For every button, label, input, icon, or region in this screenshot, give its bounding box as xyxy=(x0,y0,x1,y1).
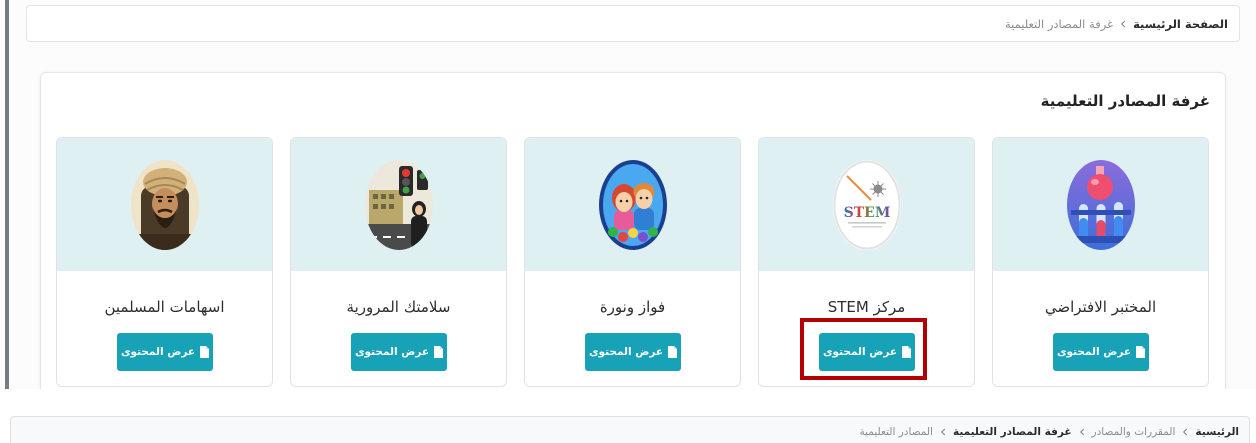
breadcrumb-current: غرفة المصادر التعليمية xyxy=(1004,16,1114,31)
card-image-area: STEM xyxy=(759,138,974,271)
view-content-button[interactable]: عرض المحتوى xyxy=(585,333,681,371)
chevron-left-icon xyxy=(1182,428,1188,436)
view-content-button[interactable]: عرض المحتوى xyxy=(351,333,447,371)
file-icon xyxy=(1136,346,1146,358)
chevron-left-icon xyxy=(940,428,946,436)
breadcrumb-home-link[interactable]: الرئيسية xyxy=(1195,426,1239,438)
card-image-area xyxy=(291,138,506,271)
card-image-area xyxy=(993,138,1208,271)
virtual-lab-image xyxy=(1066,159,1135,250)
chevron-left-icon xyxy=(1079,428,1085,436)
breadcrumb-resources-room-link[interactable]: غرفة المصادر التعليمية xyxy=(953,426,1072,438)
view-content-label: عرض المحتوى xyxy=(822,346,898,358)
stem-center-logo: STEM xyxy=(832,159,901,250)
file-icon xyxy=(200,346,210,358)
view-content-button[interactable]: عرض المحتوى xyxy=(117,333,213,371)
breadcrumb: الصفحة الرئيسية غرفة المصادر التعليمية xyxy=(26,5,1240,42)
view-content-label: عرض المحتوى xyxy=(120,346,196,358)
card-title: اسهامات المسلمين xyxy=(104,298,225,316)
breadcrumb-home-link[interactable]: الصفحة الرئيسية xyxy=(1133,17,1228,31)
file-icon xyxy=(434,346,444,358)
left-sidebar-edge xyxy=(5,0,9,389)
card-title: المختبر الافتراضي xyxy=(1044,298,1157,316)
resource-card-virtual-lab: المختبر الافتراضي عرض المحتوى xyxy=(992,137,1209,387)
resource-cards: المختبر الافتراضي عرض المحتوى STEM مركز … xyxy=(56,137,1209,387)
resources-page-view: الصفحة الرئيسية غرفة المصادر التعليمية غ… xyxy=(0,0,1256,389)
card-image-area xyxy=(57,138,272,271)
resources-room-panel: غرفة المصادر التعليمية المختبر الافتراضي… xyxy=(40,72,1226,389)
breadcrumb-current: المصادر التعليمية xyxy=(859,426,933,438)
file-icon xyxy=(902,346,912,358)
resource-card-fawaz-noura: فواز ونورة عرض المحتوى xyxy=(524,137,741,387)
card-title: سلامتك المرورية xyxy=(346,298,451,316)
card-image-area xyxy=(525,138,740,271)
view-content-label: عرض المحتوى xyxy=(588,346,664,358)
chevron-left-icon xyxy=(1120,20,1126,28)
traffic-safety-image xyxy=(364,159,433,250)
breadcrumb-courses-link[interactable]: المقررات والمصادر xyxy=(1092,426,1176,438)
stem-logo-text: STEM xyxy=(843,205,890,221)
file-icon xyxy=(668,346,678,358)
resource-card-muslim-contributions: اسهامات المسلمين عرض المحتوى xyxy=(56,137,273,387)
page-title: غرفة المصادر التعليمية xyxy=(1040,92,1210,110)
view-content-label: عرض المحتوى xyxy=(354,346,430,358)
view-content-label: عرض المحتوى xyxy=(1056,346,1132,358)
resource-card-stem-center: STEM مركز STEM عرض المحتوى xyxy=(758,137,975,387)
breadcrumb-secondary: الرئيسية المقررات والمصادر غرفة المصادر … xyxy=(10,416,1250,443)
fawaz-noura-image xyxy=(598,159,667,250)
view-content-button[interactable]: عرض المحتوى xyxy=(819,333,915,371)
muslim-contributions-image xyxy=(130,159,199,250)
card-title: فواز ونورة xyxy=(599,298,666,316)
resource-card-traffic-safety: سلامتك المرورية عرض المحتوى xyxy=(290,137,507,387)
view-content-button[interactable]: عرض المحتوى xyxy=(1053,333,1149,371)
card-title: مركز STEM xyxy=(827,298,906,316)
